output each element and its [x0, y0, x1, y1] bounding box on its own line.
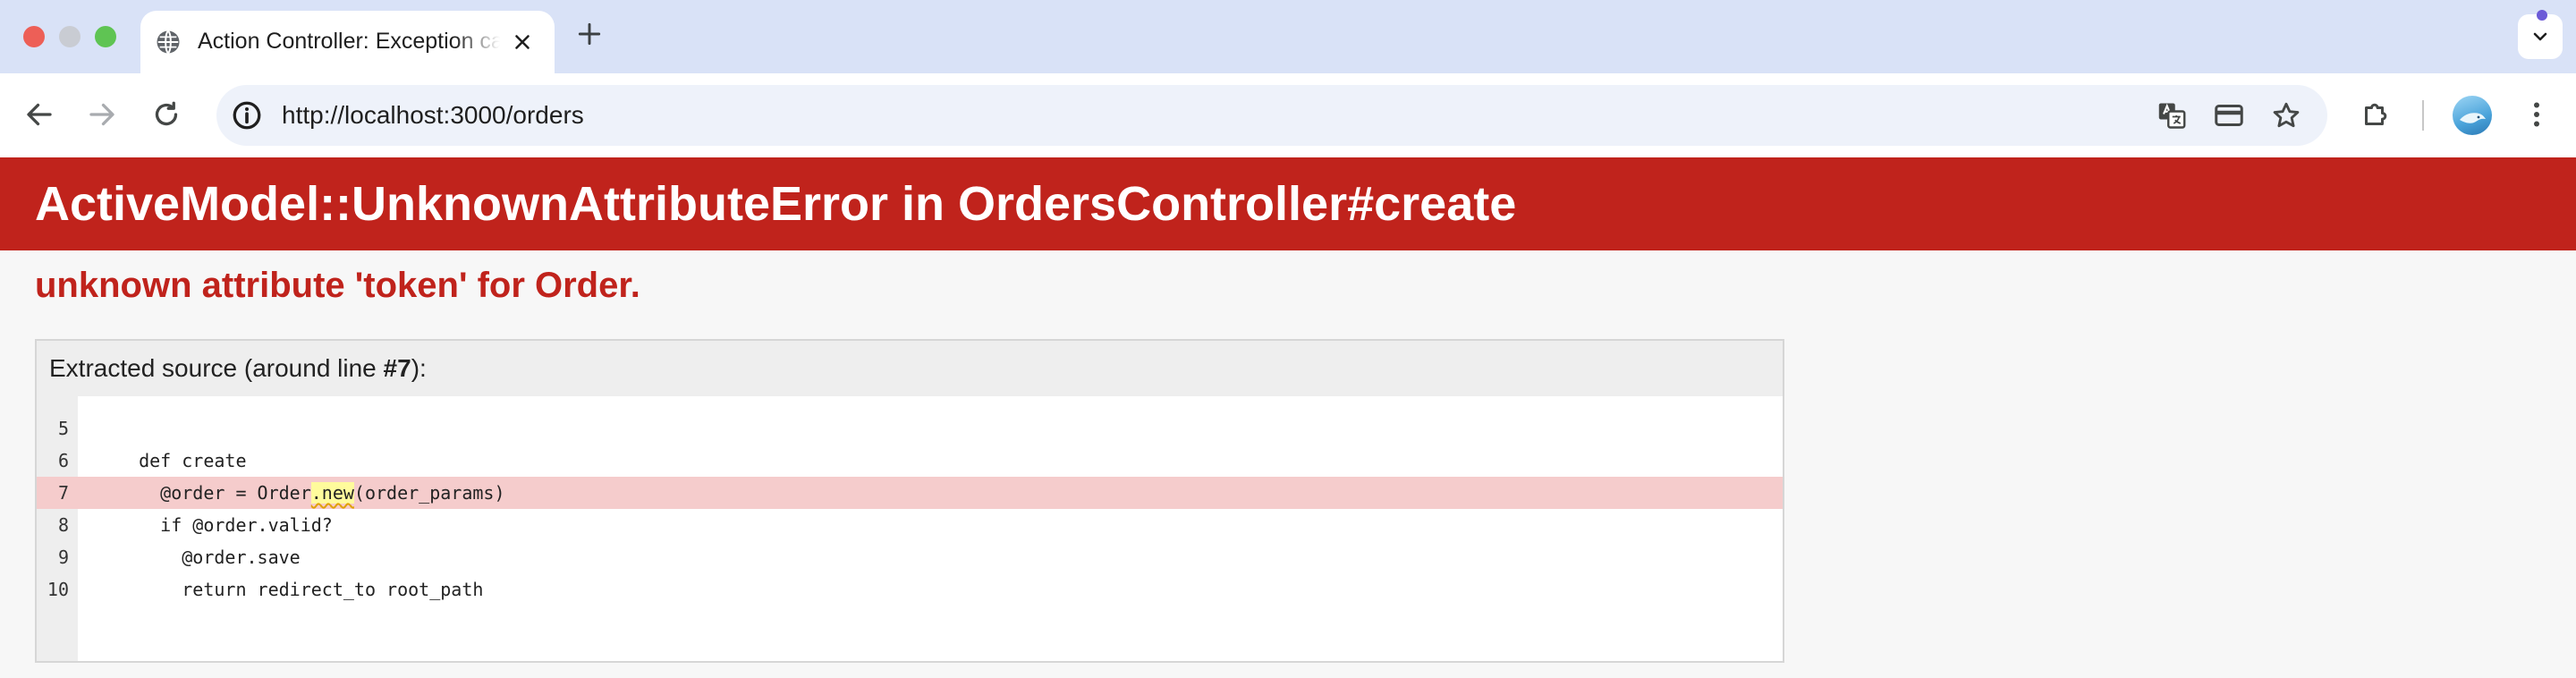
error-token: .new [310, 482, 354, 504]
plus-icon[interactable] [575, 20, 604, 48]
highlighted-code-line: 7 @order = Order.new(order_params) [37, 477, 1783, 509]
source-caption: Extracted source (around line #7): [49, 352, 427, 386]
maximize-window-button[interactable] [95, 26, 116, 47]
browser-toolbar: http://localhost:3000/orders [0, 73, 2576, 157]
code-text: @order.save [117, 547, 301, 568]
code-line: 5 [37, 412, 1783, 445]
code-after: (order_params) [353, 482, 505, 504]
page-title: ActiveModel::UnknownAttributeError in Or… [35, 177, 1517, 231]
page-content: ActiveModel::UnknownAttributeError in Or… [0, 157, 2576, 678]
toolbar-divider [2422, 100, 2424, 131]
line-number: 7 [57, 482, 69, 504]
profile-image [2460, 113, 2486, 123]
puzzle-icon[interactable] [2360, 98, 2392, 131]
line-number: 6 [57, 450, 69, 471]
code-line: 6 def create [37, 445, 1783, 477]
credit-card-icon[interactable] [2213, 99, 2245, 131]
avatar[interactable] [2453, 96, 2492, 135]
line-number: 9 [57, 547, 69, 568]
notification-dot [2537, 10, 2547, 21]
info-icon[interactable] [227, 96, 267, 135]
star-icon[interactable] [2270, 99, 2302, 131]
caption-suffix: ): [411, 354, 427, 382]
url-text[interactable]: http://localhost:3000/orders [282, 99, 584, 131]
code-line: 8 if @order.valid? [37, 509, 1783, 541]
line-number: 10 [47, 579, 69, 600]
address-bar[interactable]: http://localhost:3000/orders [216, 85, 2327, 146]
globe-icon [157, 30, 180, 55]
close-icon[interactable] [511, 30, 534, 54]
line-number: 8 [57, 514, 69, 536]
tab-title: Action Controller: Exception caught [198, 29, 500, 54]
translate-icon[interactable] [2156, 99, 2188, 131]
caption-prefix: Extracted source (around line [49, 354, 384, 382]
error-header: ActiveModel::UnknownAttributeError in Or… [0, 157, 2576, 250]
reload-icon[interactable] [150, 98, 182, 131]
arrow-left-icon[interactable] [23, 98, 55, 131]
line-number: 5 [57, 418, 69, 439]
error-message: unknown attribute 'token' for Order. [35, 266, 640, 305]
tab-search-button[interactable] [2518, 14, 2563, 59]
close-window-button[interactable] [23, 26, 45, 47]
tab-strip: Action Controller: Exception caught [0, 0, 2576, 73]
code-text: def create [117, 450, 247, 471]
code-before: @order = Order [117, 482, 311, 504]
source-header: Extracted source (around line #7): [37, 341, 1783, 396]
code-text: return redirect_to root_path [117, 579, 484, 600]
kebab-menu-icon[interactable] [2521, 98, 2553, 131]
code-text: @order = Order.new(order_params) [117, 477, 505, 509]
code-text: if @order.valid? [117, 514, 333, 536]
arrow-right-icon[interactable] [86, 98, 118, 131]
extracted-source: Extracted source (around line #7): 5 6 d… [35, 339, 1784, 663]
code-line: 10 return redirect_to root_path [37, 573, 1783, 606]
code-line: 9 @order.save [37, 541, 1783, 573]
minimize-window-button[interactable] [59, 26, 80, 47]
active-tab[interactable]: Action Controller: Exception caught [140, 11, 555, 73]
chevron-down-icon [2533, 32, 2547, 41]
caption-line-number: #7 [383, 354, 411, 382]
